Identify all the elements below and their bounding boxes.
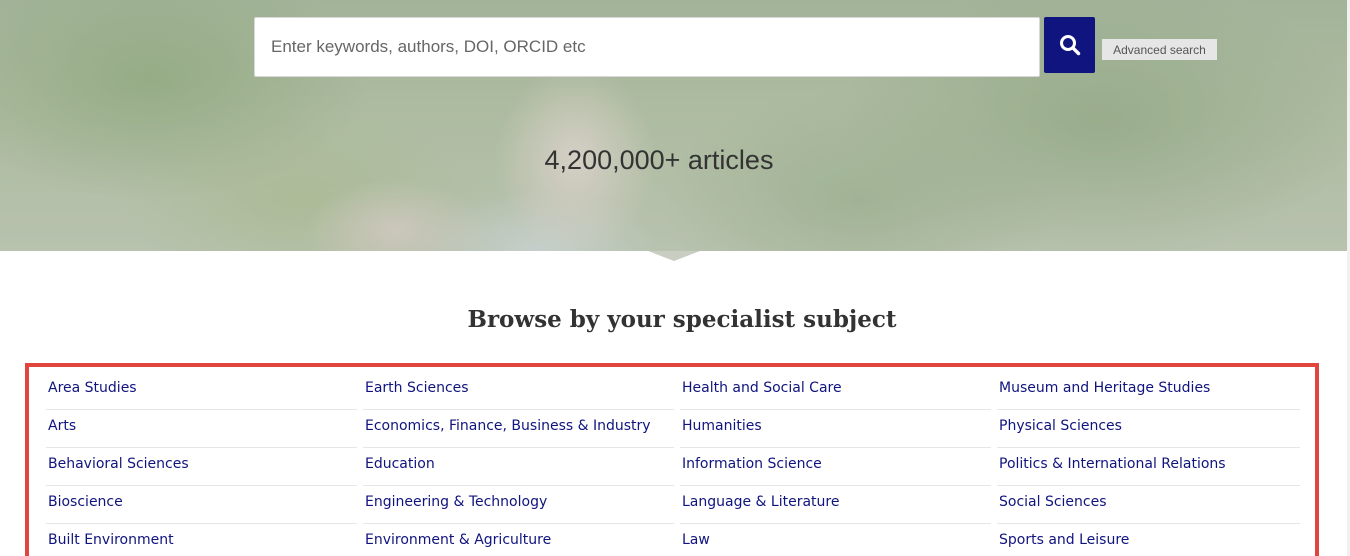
subject-link[interactable]: Built Environment	[46, 524, 357, 556]
subject-item: Economics, Finance, Business & Industry	[363, 410, 674, 448]
subject-item: Earth Sciences	[363, 372, 674, 410]
subject-link[interactable]: Education	[363, 448, 674, 480]
subject-item: Information Science	[680, 448, 991, 486]
subject-item: Sports and Leisure	[997, 524, 1300, 556]
subject-item: Humanities	[680, 410, 991, 448]
subject-link[interactable]: Environment & Agriculture	[363, 524, 674, 556]
subject-item: Arts	[46, 410, 357, 448]
subject-item: Education	[363, 448, 674, 486]
subject-link[interactable]: Language & Literature	[680, 486, 991, 518]
subject-link[interactable]: Physical Sciences	[997, 410, 1300, 442]
subject-link[interactable]: Earth Sciences	[363, 372, 674, 404]
browse-heading: Browse by your specialist subject	[467, 306, 897, 333]
subject-link[interactable]: Bioscience	[46, 486, 357, 518]
subject-item: Health and Social Care	[680, 372, 991, 410]
subject-link[interactable]: Information Science	[680, 448, 991, 480]
subject-item: Environment & Agriculture	[363, 524, 674, 556]
subject-item: Social Sciences	[997, 486, 1300, 524]
subject-link[interactable]: Health and Social Care	[680, 372, 991, 404]
subject-link[interactable]: Economics, Finance, Business & Industry	[363, 410, 674, 442]
hero-notch	[648, 251, 700, 261]
subject-link[interactable]: Sports and Leisure	[997, 524, 1300, 556]
subject-item: Law	[680, 524, 991, 556]
search-input[interactable]	[254, 17, 1040, 77]
subject-link[interactable]: Area Studies	[46, 372, 357, 404]
subject-link[interactable]: Engineering & Technology	[363, 486, 674, 518]
subject-link[interactable]: Arts	[46, 410, 357, 442]
search-button[interactable]	[1044, 17, 1095, 73]
subject-item: Bioscience	[46, 486, 357, 524]
subject-link[interactable]: Museum and Heritage Studies	[997, 372, 1300, 404]
subject-link[interactable]: Law	[680, 524, 991, 556]
subject-item: Physical Sciences	[997, 410, 1300, 448]
subject-link[interactable]: Social Sciences	[997, 486, 1300, 518]
subject-list: Area Studies Earth Sciences Health and S…	[25, 363, 1319, 556]
subject-link[interactable]: Behavioral Sciences	[46, 448, 357, 480]
subject-item: Engineering & Technology	[363, 486, 674, 524]
advanced-search-link[interactable]: Advanced search	[1102, 39, 1217, 60]
subject-item: Built Environment	[46, 524, 357, 556]
article-count: 4,200,000+ articles	[544, 145, 774, 175]
subject-item: Politics & International Relations	[997, 448, 1300, 486]
search-icon	[1059, 35, 1080, 56]
subject-link[interactable]: Humanities	[680, 410, 991, 442]
subject-item: Language & Literature	[680, 486, 991, 524]
subject-item: Area Studies	[46, 372, 357, 410]
subject-item: Behavioral Sciences	[46, 448, 357, 486]
subject-link[interactable]: Politics & International Relations	[997, 448, 1300, 480]
subject-item: Museum and Heritage Studies	[997, 372, 1300, 410]
